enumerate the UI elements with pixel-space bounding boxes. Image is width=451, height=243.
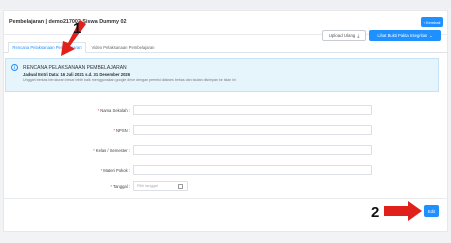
required-asterisk: * (100, 168, 103, 173)
kelas-semester-label: *Kelas / Semester : (93, 148, 130, 153)
edit-button[interactable]: Edit (424, 205, 439, 217)
kelas-semester-input[interactable] (133, 145, 372, 155)
nama-sekolah-label: *Nama Sekolah : (97, 108, 130, 113)
info-note: Unggah berkas berukuran besar lebih baik… (23, 78, 236, 82)
materi-pokok-input[interactable] (133, 165, 372, 175)
upload-icon: ⤓ (357, 33, 360, 38)
nama-sekolah-input[interactable] (133, 105, 372, 115)
tab-video-pelaksanaan[interactable]: Video Pelaksanaan Pembelajaran (89, 42, 157, 53)
npsn-label: *NPSN : (113, 128, 130, 133)
npsn-input[interactable] (133, 125, 372, 135)
chevron-down-icon: ⌄ (429, 33, 433, 38)
upload-ulang-label: Upload Ulang (328, 33, 356, 38)
annotation-marker-2: 2 (371, 204, 380, 221)
chevron-left-icon: ‹ (423, 19, 425, 25)
materi-pokok-label: *Materi Pokok : (100, 168, 130, 173)
footer-divider (3, 198, 448, 199)
lihat-bukti-label: Lihat Bukti Pakta Integritas (377, 33, 428, 38)
edit-button-label: Edit (427, 208, 436, 214)
arrow-2-shape (384, 201, 422, 221)
tab-label: Video Pelaksanaan Pembelajaran (91, 45, 155, 50)
tanggal-placeholder: Pilih tanggal (137, 184, 158, 188)
browser-top-strip (0, 0, 451, 9)
info-schedule: Jadwal Entri Data: 16 Juli 2021 s.d. 31 … (23, 72, 131, 77)
required-asterisk: * (110, 184, 112, 189)
info-alert: i RENCANA PELAKSANAAN PEMBELAJARAN Jadwa… (5, 58, 439, 92)
required-asterisk: * (97, 108, 100, 113)
annotation-marker-1: 1 (73, 20, 82, 37)
info-title: RENCANA PELAKSANAAN PEMBELAJARAN (23, 65, 127, 71)
back-button[interactable]: ‹ Kembali (421, 17, 443, 27)
required-asterisk: * (113, 128, 116, 133)
back-button-label: Kembali (425, 19, 441, 25)
annotation-arrow-2 (384, 201, 422, 221)
required-asterisk: * (93, 148, 95, 153)
tanggal-date-picker[interactable]: Pilih tanggal (133, 181, 188, 191)
calendar-icon (178, 184, 183, 189)
info-icon: i (11, 64, 18, 71)
tanggal-label: *Tanggal : (110, 184, 130, 189)
lihat-bukti-button[interactable]: Lihat Bukti Pakta Integritas ⌄ (369, 30, 441, 41)
upload-ulang-button[interactable]: Upload Ulang ⤓ (322, 30, 366, 41)
